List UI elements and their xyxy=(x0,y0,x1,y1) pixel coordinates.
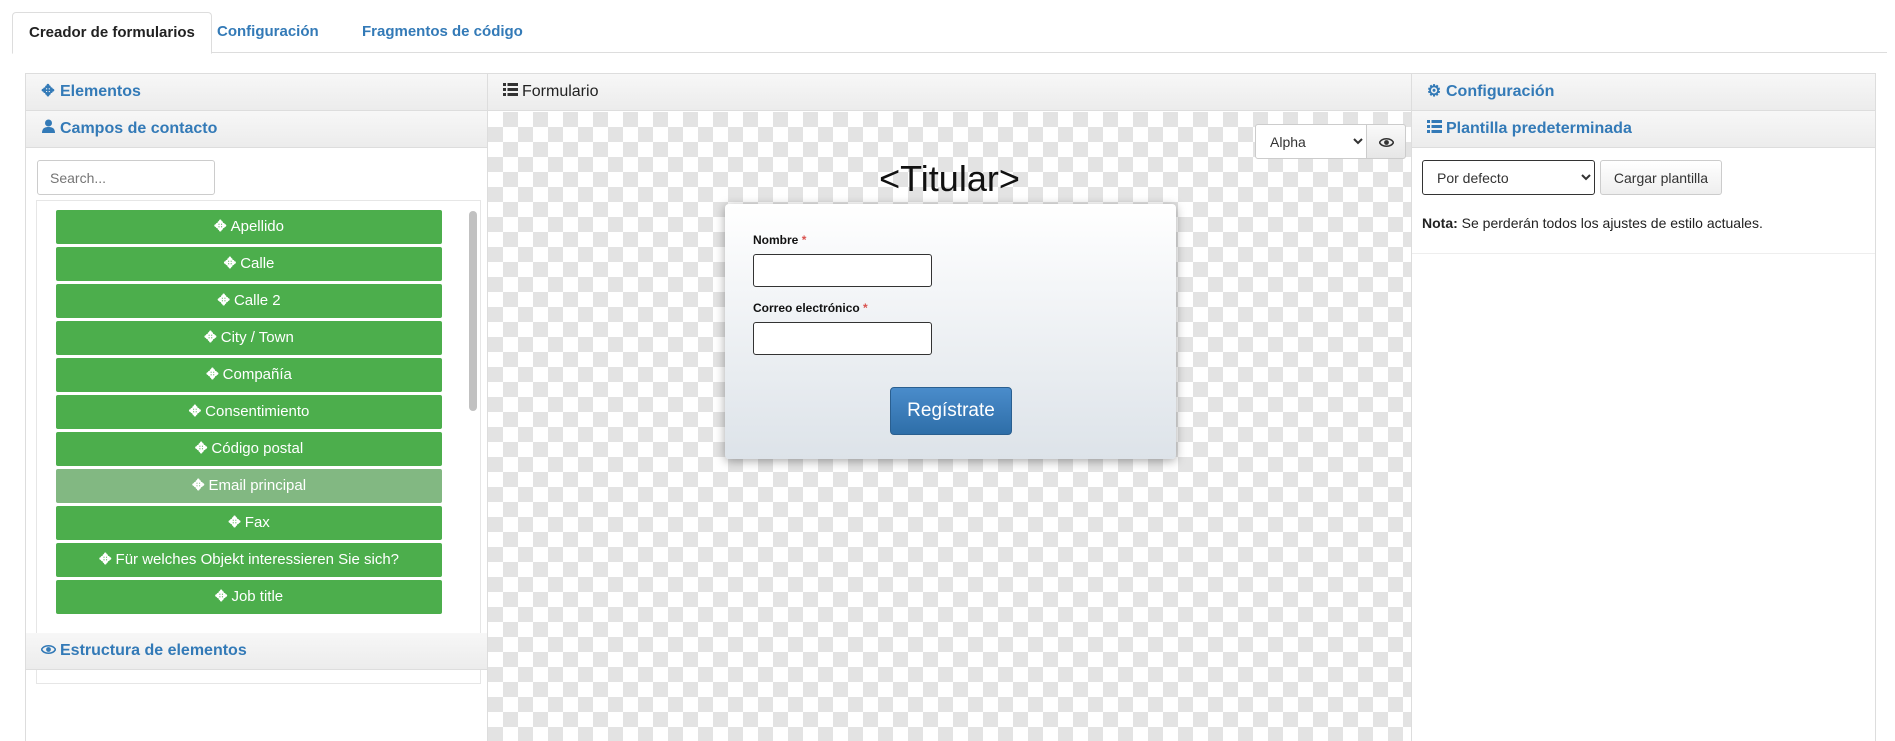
elements-panel: ✥ Elementos Campos de contacto ✥Apellido … xyxy=(25,73,488,741)
move-icon: ✥ xyxy=(214,218,227,235)
tab-bar: Creador de formularios Configuración Fra… xyxy=(12,12,1887,54)
move-icon: ✥ xyxy=(206,366,219,383)
list-icon xyxy=(502,74,518,110)
divider xyxy=(1412,253,1875,254)
move-icon: ✥ xyxy=(228,514,241,531)
element-item-calle[interactable]: ✥ Calle xyxy=(56,247,442,281)
elements-header[interactable]: ✥ Elementos xyxy=(26,74,487,111)
move-icon: ✥ xyxy=(223,255,237,272)
search-input[interactable] xyxy=(37,160,215,195)
tab-settings[interactable]: Configuración xyxy=(201,12,335,53)
default-template-title: Plantilla predeterminada xyxy=(1446,120,1632,137)
settings-title: Configuración xyxy=(1446,83,1555,100)
element-item-fax[interactable]: ✥ Fax xyxy=(56,506,442,540)
contact-fields-header[interactable]: Campos de contacto xyxy=(26,111,487,148)
move-icon: ✥ xyxy=(188,403,202,420)
move-icon: ✥ xyxy=(41,83,55,100)
tab-form-builder[interactable]: Creador de formularios xyxy=(12,12,212,54)
email-field[interactable] xyxy=(753,322,932,355)
load-template-button[interactable]: Cargar plantilla xyxy=(1600,160,1722,195)
eye-icon xyxy=(1378,133,1394,149)
elements-title: Elementos xyxy=(60,83,141,100)
element-item-calle-2[interactable]: ✥ Calle 2 xyxy=(56,284,442,318)
template-note: Nota: Se perderán todos los ajustes de e… xyxy=(1422,215,1763,231)
element-item-objekt[interactable]: ✥ Für welches Objekt interessieren Sie si… xyxy=(56,543,442,577)
theme-select[interactable]: Alpha xyxy=(1255,124,1367,159)
gear-icon: ⚙ xyxy=(1426,83,1442,100)
default-template-header[interactable]: Plantilla predeterminada xyxy=(1412,111,1875,148)
element-item-codigo-postal[interactable]: ✥ Código postal xyxy=(56,432,442,466)
form-headline[interactable]: <Titular> xyxy=(488,158,1411,200)
element-item-consentimiento[interactable]: ✥ Consentimiento xyxy=(56,395,442,429)
eye-icon xyxy=(40,633,56,669)
name-field-label: Nombre * xyxy=(753,233,807,247)
name-field[interactable] xyxy=(753,254,932,287)
move-icon: ✥ xyxy=(214,588,228,605)
element-item-city-town[interactable]: ✥ City / Town xyxy=(56,321,442,355)
contact-fields-title: Campos de contacto xyxy=(60,120,218,137)
tab-code-snippets[interactable]: Fragmentos de código xyxy=(346,12,539,53)
template-select[interactable]: Por defecto xyxy=(1422,160,1595,195)
user-icon xyxy=(40,111,56,147)
move-icon: ✥ xyxy=(217,292,230,309)
move-icon: ✥ xyxy=(191,477,205,494)
element-structure-title: Estructura de elementos xyxy=(60,642,247,659)
scrollbar-thumb[interactable] xyxy=(469,211,477,411)
list-icon xyxy=(1426,111,1442,147)
settings-panel: ⚙ Configuración Plantilla predeterminada … xyxy=(1411,73,1876,741)
element-structure-header[interactable]: Estructura de elementos xyxy=(26,633,487,670)
move-icon: ✥ xyxy=(204,329,217,346)
email-field-label: Correo electrónico * xyxy=(753,301,868,315)
move-icon: ✥ xyxy=(194,440,208,457)
element-item-email-principal[interactable]: ✥ Email principal xyxy=(56,469,442,503)
form-header: Formulario xyxy=(488,74,1411,111)
element-list-scrollbar[interactable] xyxy=(467,209,477,679)
preview-button[interactable] xyxy=(1366,124,1406,159)
register-button[interactable]: Regístrate xyxy=(890,387,1012,435)
element-item-apellido[interactable]: ✥ Apellido xyxy=(56,210,442,244)
settings-header[interactable]: ⚙ Configuración xyxy=(1412,74,1875,111)
element-item-compania[interactable]: ✥ Compañía xyxy=(56,358,442,392)
form-title: Formulario xyxy=(522,83,599,100)
form-panel: Formulario Alpha <Titular> Nombre * Corr… xyxy=(487,73,1412,741)
form-preview-card: Nombre * Correo electrónico * Regístrate xyxy=(725,204,1176,459)
move-icon: ✥ xyxy=(98,551,112,568)
element-list: ✥ Apellido ✥ Calle ✥ Calle 2 ✥ City / Town ✥… xyxy=(36,200,481,684)
element-item-job-title[interactable]: ✥ Job title xyxy=(56,580,442,614)
